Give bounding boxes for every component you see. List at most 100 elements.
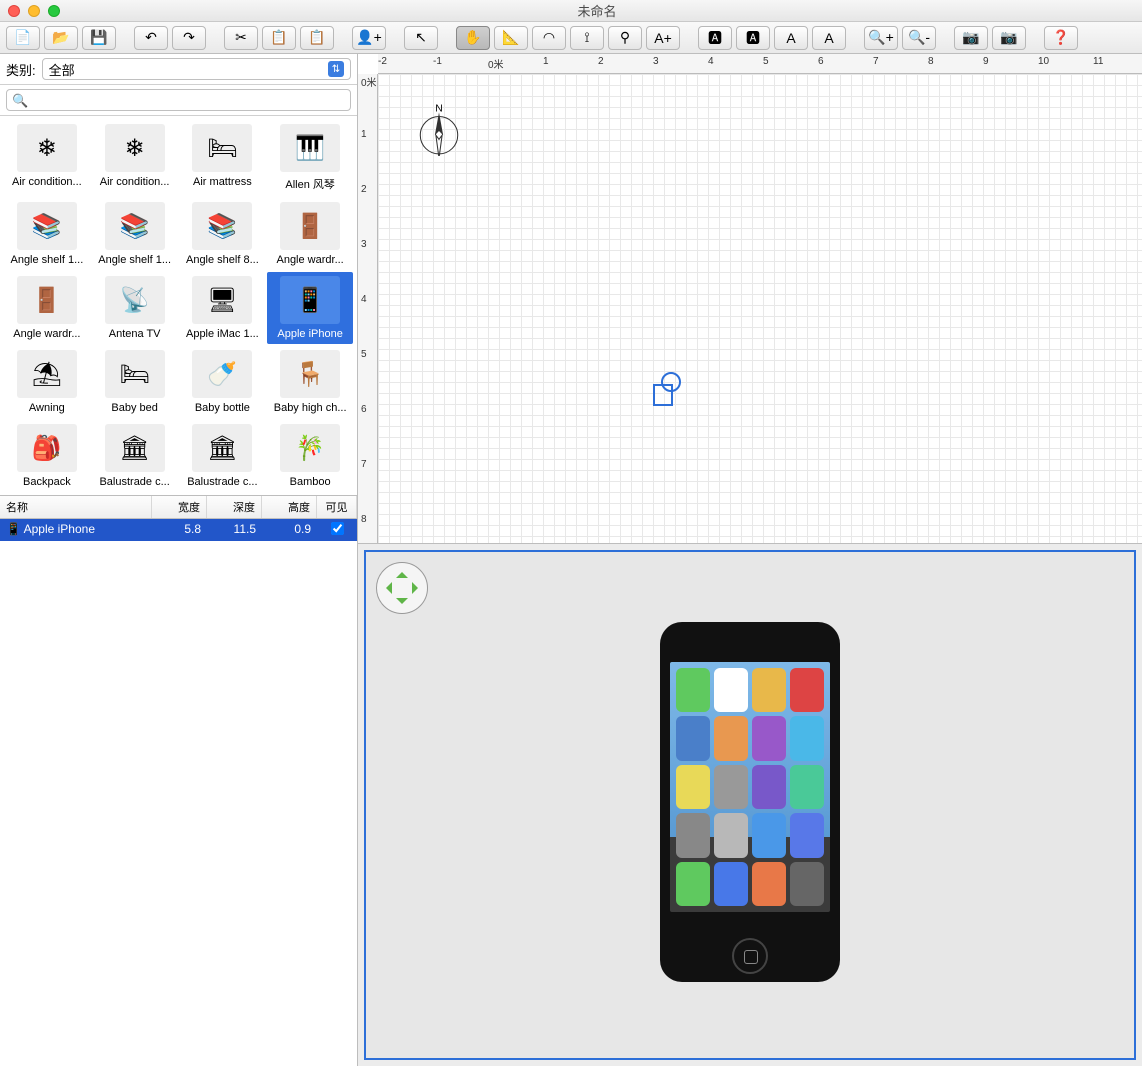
item-name: Baby high ch...	[270, 402, 350, 414]
iphone-home-button-icon	[732, 938, 768, 974]
toolbar-button-3[interactable]: ↶	[134, 26, 168, 50]
col-visible[interactable]: 可见	[317, 496, 357, 518]
toolbar-button-12[interactable]: ◠	[532, 26, 566, 50]
toolbar-button-23[interactable]: 📷	[992, 26, 1026, 50]
toolbar-button-8[interactable]: 👤+	[352, 26, 386, 50]
item-name: Apple iMac 1...	[182, 328, 262, 340]
toolbar-button-22[interactable]: 📷	[954, 26, 988, 50]
ruler-tick: 7	[873, 56, 879, 67]
close-button[interactable]	[8, 5, 20, 17]
nav-down-icon[interactable]	[396, 598, 408, 610]
3d-model-iphone[interactable]	[660, 622, 840, 982]
search-icon: 🔍	[12, 93, 28, 109]
toolbar-button-10[interactable]: ✋	[456, 26, 490, 50]
ruler-tick: 5	[361, 349, 367, 360]
toolbar: 📄📂💾↶↷✂📋📋👤+↖✋📐◠⟟⚲A+🅰🅰AA🔍+🔍-📷📷❓	[0, 22, 1142, 54]
item-name: Allen 风琴	[270, 176, 350, 192]
toolbar-button-11[interactable]: 📐	[494, 26, 528, 50]
catalog-item[interactable]: 🎹Allen 风琴	[267, 120, 353, 196]
catalog-item[interactable]: 📡Antena TV	[92, 272, 178, 344]
3d-nav-control[interactable]	[376, 562, 428, 614]
ruler-tick: 4	[708, 56, 714, 67]
catalog-item[interactable]: 🛏Baby bed	[92, 346, 178, 418]
furniture-table-header: 名称 宽度 深度 高度 可见	[0, 496, 357, 519]
col-height[interactable]: 高度	[262, 496, 317, 518]
3d-view[interactable]	[364, 550, 1136, 1060]
toolbar-button-5[interactable]: ✂	[224, 26, 258, 50]
catalog-item[interactable]: 🏛Balustrade c...	[180, 420, 266, 492]
catalog-item[interactable]: 📚 Angle shelf 1...	[92, 198, 178, 270]
toolbar-button-18[interactable]: A	[774, 26, 808, 50]
toolbar-button-16[interactable]: 🅰	[698, 26, 732, 50]
catalog-item[interactable]: 🛏Air mattress	[180, 120, 266, 196]
table-row[interactable]: 📱 Apple iPhone5.811.50.9	[0, 519, 357, 541]
ruler-horizontal: -2-10米123456789101112	[378, 54, 1142, 74]
item-thumb-icon: 🛏	[192, 124, 252, 172]
toolbar-button-6[interactable]: 📋	[262, 26, 296, 50]
ruler-tick: 2	[598, 56, 604, 67]
catalog-item[interactable]: 📚Angle shelf 1...	[4, 198, 90, 270]
item-name: Bamboo	[270, 476, 350, 488]
item-thumb-icon: 🪑	[280, 350, 340, 398]
catalog-item[interactable]: 🖥 Apple iMac 1...	[180, 272, 266, 344]
catalog-item[interactable]: ❄Air condition...	[92, 120, 178, 196]
toolbar-button-20[interactable]: 🔍+	[864, 26, 898, 50]
toolbar-button-21[interactable]: 🔍-	[902, 26, 936, 50]
toolbar-button-7[interactable]: 📋	[300, 26, 334, 50]
toolbar-button-15[interactable]: A+	[646, 26, 680, 50]
item-thumb-icon: 🚪	[17, 276, 77, 324]
category-select[interactable]: 全部 ⇅	[42, 58, 351, 80]
toolbar-button-13[interactable]: ⟟	[570, 26, 604, 50]
catalog-item[interactable]: 🎒Backpack	[4, 420, 90, 492]
item-thumb-icon: 🖥	[192, 276, 252, 324]
furniture-catalog[interactable]: ❄Air condition...❄Air condition...🛏Air m…	[0, 116, 357, 496]
item-thumb-icon: 🍼	[192, 350, 252, 398]
catalog-item[interactable]: ⛱Awning	[4, 346, 90, 418]
catalog-item[interactable]: 🚪Angle wardr...	[267, 198, 353, 270]
item-name: Angle shelf 1...	[95, 254, 175, 266]
app-icon	[752, 765, 786, 809]
col-width[interactable]: 宽度	[152, 496, 207, 518]
furniture-table[interactable]: 📱 Apple iPhone5.811.50.9	[0, 519, 357, 1066]
item-name: Air condition...	[7, 176, 87, 188]
toolbar-button-17[interactable]: 🅰	[736, 26, 770, 50]
toolbar-button-14[interactable]: ⚲	[608, 26, 642, 50]
item-thumb-icon: 📚	[192, 202, 252, 250]
toolbar-button-9[interactable]: ↖	[404, 26, 438, 50]
col-depth[interactable]: 深度	[207, 496, 262, 518]
catalog-item[interactable]: ❄Air condition...	[4, 120, 90, 196]
catalog-item[interactable]: 🍼Baby bottle	[180, 346, 266, 418]
nav-right-icon[interactable]	[412, 582, 424, 594]
placed-furniture-iphone[interactable]	[653, 384, 673, 406]
catalog-item[interactable]: 🚪Angle wardr...	[4, 272, 90, 344]
toolbar-button-4[interactable]: ↷	[172, 26, 206, 50]
ruler-tick: 6	[818, 56, 824, 67]
toolbar-button-2[interactable]: 💾	[82, 26, 116, 50]
item-thumb-icon: 🎒	[17, 424, 77, 472]
catalog-item[interactable]: 📱Apple iPhone	[267, 272, 353, 344]
zoom-button[interactable]	[48, 5, 60, 17]
toolbar-button-1[interactable]: 📂	[44, 26, 78, 50]
compass-icon: N	[413, 104, 465, 156]
category-label: 类别:	[6, 60, 36, 79]
item-thumb-icon: 📚	[105, 202, 165, 250]
app-icon	[676, 716, 710, 760]
minimize-button[interactable]	[28, 5, 40, 17]
col-name[interactable]: 名称	[0, 496, 152, 518]
toolbar-button-0[interactable]: 📄	[6, 26, 40, 50]
plan-view[interactable]: -2-10米123456789101112 0米12345678 N	[358, 54, 1142, 544]
toolbar-button-19[interactable]: A	[812, 26, 846, 50]
plan-grid[interactable]: N	[378, 74, 1142, 543]
search-input[interactable]	[6, 89, 351, 111]
nav-up-icon[interactable]	[396, 566, 408, 578]
catalog-item[interactable]: 🏛Balustrade c...	[92, 420, 178, 492]
ruler-tick: 6	[361, 404, 367, 415]
catalog-item[interactable]: 🪑 Baby high ch...	[267, 346, 353, 418]
catalog-item[interactable]: 🎋Bamboo	[267, 420, 353, 492]
toolbar-button-24[interactable]: ❓	[1044, 26, 1078, 50]
nav-left-icon[interactable]	[380, 582, 392, 594]
visible-checkbox[interactable]	[331, 522, 344, 535]
catalog-item[interactable]: 📚Angle shelf 8...	[180, 198, 266, 270]
ruler-tick: 8	[361, 514, 367, 525]
app-icon	[790, 668, 824, 712]
